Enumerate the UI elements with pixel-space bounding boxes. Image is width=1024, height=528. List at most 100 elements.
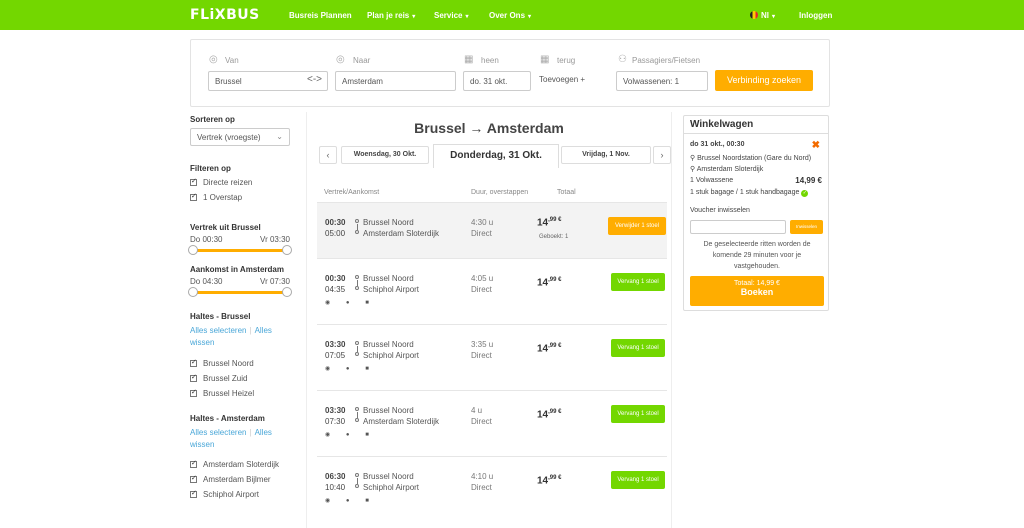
login-link[interactable]: Inloggen: [799, 11, 832, 20]
stops-brussel-heading: Haltes - Brussel: [190, 312, 251, 321]
stop-checkbox[interactable]: Brussel Heizel: [190, 388, 254, 398]
prev-day-arrow-icon[interactable]: ‹: [319, 146, 337, 164]
route-dot-icon: [355, 219, 359, 223]
location-pin-icon: ⚲: [690, 166, 696, 173]
sort-select[interactable]: Vertrek (vroegste) ⌄: [190, 128, 290, 146]
stop-checkbox[interactable]: Amsterdam Sloterdijk: [190, 459, 279, 469]
ride-row[interactable]: 00:30 05:00 Brussel Noord Amsterdam Sloterd…: [317, 202, 667, 258]
departure-stop: Brussel Noord: [363, 274, 414, 283]
remove-icon[interactable]: ✖: [812, 140, 820, 151]
nav-plan-je-reis[interactable]: Plan je reis ▾: [367, 11, 415, 20]
stop-checkbox[interactable]: Amsterdam Bijlmer: [190, 474, 271, 484]
route-dot-icon: [355, 484, 359, 488]
arrival-time: 05:00: [325, 229, 346, 238]
swap-icon[interactable]: <->: [307, 74, 322, 85]
amenity-icons: ◉ ● ■: [325, 366, 376, 372]
arrival-stop: Amsterdam Sloterdijk: [363, 229, 440, 238]
next-day-arrow-icon[interactable]: ›: [653, 146, 671, 164]
book-button[interactable]: Totaal: 14,99 € Boeken: [690, 276, 824, 306]
tab-prev-day[interactable]: Woensdag, 30 Okt.: [341, 146, 429, 164]
slider-handle-min[interactable]: [188, 287, 198, 297]
ride-duration: 4 u: [471, 406, 483, 415]
ride-type: Direct: [471, 285, 492, 294]
filter-transfer-checkbox[interactable]: 1 Overstap: [190, 192, 242, 202]
location-pin-icon: ⚲: [690, 155, 696, 162]
ride-row[interactable]: 03:30 07:05 Brussel Noord Schiphol Airport 3…: [317, 324, 667, 380]
passengers-input[interactable]: Volwassenen: 1: [616, 71, 708, 91]
replace-seat-button[interactable]: Vervang 1 stoel: [611, 405, 665, 423]
ride-type: Direct: [471, 351, 492, 360]
flixbus-logo[interactable]: FLiXBUS: [190, 7, 260, 23]
remove-seat-button[interactable]: Verwijder 1 stoel: [608, 217, 666, 235]
route-dot-icon: [355, 286, 359, 290]
arrival-time: 04:35: [325, 285, 346, 294]
checkbox-icon: [190, 489, 197, 498]
select-all-link[interactable]: Alles selecteren: [190, 428, 246, 437]
chevron-down-icon: ▾: [528, 14, 532, 20]
belgium-flag-icon: [750, 11, 758, 19]
voucher-input[interactable]: [690, 220, 786, 234]
ride-duration: 3:35 u: [471, 340, 494, 349]
stop-checkbox[interactable]: Brussel Zuid: [190, 373, 247, 383]
ride-row[interactable]: 00:30 04:35 Brussel Noord Schiphol Airport 4…: [317, 258, 667, 314]
cart-title: Winkelwagen: [684, 116, 828, 134]
route-dot-icon: [355, 407, 359, 411]
replace-seat-button[interactable]: Vervang 1 stoel: [611, 273, 665, 291]
tab-next-day[interactable]: Vrijdag, 1 Nov.: [561, 146, 651, 164]
departure-stop: Brussel Noord: [363, 218, 414, 227]
cart-from: ⚲ Brussel Noordstation (Gare du Nord): [690, 155, 812, 162]
chevron-down-icon: ⌄: [276, 132, 283, 141]
nav-service[interactable]: Service ▾: [434, 11, 468, 20]
language-selector[interactable]: Nl ▾: [750, 11, 775, 20]
add-return-button[interactable]: Toevoegen +: [539, 75, 585, 84]
nav-busreis-plannen[interactable]: Busreis Plannen: [289, 11, 352, 20]
arrival-time: 07:30: [325, 417, 346, 426]
hold-note: De geselecteerde ritten worden de komend…: [703, 241, 811, 270]
arrival-stop: Schiphol Airport: [363, 285, 420, 294]
book-total: Totaal: 14,99 €: [734, 280, 780, 287]
ride-type: Direct: [471, 417, 492, 426]
column-header-total: Totaal: [557, 189, 576, 196]
ride-row[interactable]: 03:30 07:30 Brussel Noord Amsterdam Sloterd…: [317, 390, 667, 446]
outbound-date-input[interactable]: do. 31 okt.: [463, 71, 531, 91]
filter-direct-checkbox[interactable]: Directe reizen: [190, 177, 252, 187]
departure-slider[interactable]: [188, 245, 292, 255]
slider-handle-max[interactable]: [282, 287, 292, 297]
cart-passengers: 1 Volwassene: [690, 177, 734, 184]
checkbox-icon: [190, 192, 197, 201]
select-all-link[interactable]: Alles selecteren: [190, 326, 246, 335]
ride-row[interactable]: 06:30 10:40 Brussel Noord Schiphol Airport 4…: [317, 456, 667, 512]
ride-type: Direct: [471, 483, 492, 492]
departure-time: 00:30: [325, 218, 346, 227]
route-dot-icon: [355, 341, 359, 345]
results-panel: Brussel → Amsterdam ‹ Woensdag, 30 Okt. …: [306, 112, 672, 528]
arrival-slider[interactable]: [188, 287, 292, 297]
voucher-button[interactable]: Inwisselen: [790, 220, 823, 234]
slider-handle-min[interactable]: [188, 245, 198, 255]
departure-heading: Vertrek uit Brussel: [190, 223, 261, 232]
departure-range: Do 00:30 Vr 03:30: [190, 235, 290, 244]
person-icon: ⚇: [618, 54, 627, 65]
booked-count: Geboekt: 1: [539, 234, 569, 240]
ride-price: 14,99 €: [537, 409, 562, 421]
slider-handle-max[interactable]: [282, 245, 292, 255]
calendar-icon: ▦: [464, 54, 474, 65]
chevron-down-icon: ▾: [412, 14, 416, 20]
stop-checkbox[interactable]: Schiphol Airport: [190, 489, 259, 499]
replace-seat-button[interactable]: Vervang 1 stoel: [611, 471, 665, 489]
tab-current-day[interactable]: Donderdag, 31 Okt.: [433, 144, 559, 168]
checkbox-icon: [190, 459, 197, 468]
checkbox-icon: [190, 177, 197, 186]
replace-seat-button[interactable]: Vervang 1 stoel: [611, 339, 665, 357]
nav-over-ons[interactable]: Over Ons ▾: [489, 11, 531, 20]
departure-time: 06:30: [325, 472, 346, 481]
shopping-cart: Winkelwagen do 31 okt., 00:30 ✖ ⚲ Brusse…: [683, 115, 829, 311]
stop-checkbox[interactable]: Brussel Noord: [190, 358, 254, 368]
cart-baggage: 1 stuk bagage / 1 stuk handbagage ✓: [690, 189, 809, 197]
to-input[interactable]: Amsterdam: [335, 71, 456, 91]
return-label: terug: [557, 56, 576, 65]
checkbox-icon: [190, 474, 197, 483]
route-dot-icon: [355, 418, 359, 422]
search-button[interactable]: Verbinding zoeken: [715, 70, 813, 91]
ride-duration: 4:10 u: [471, 472, 494, 481]
